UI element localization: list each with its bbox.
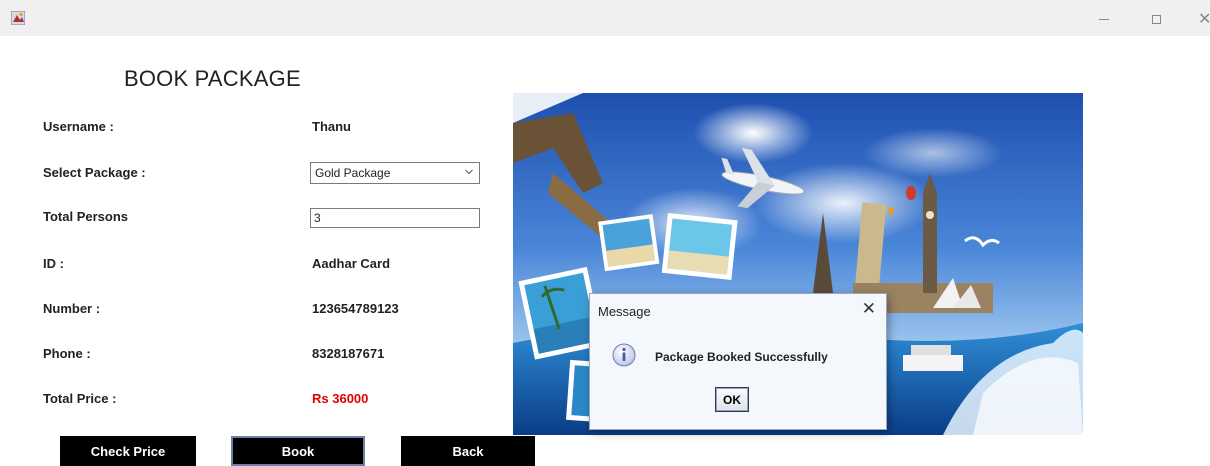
id-label: ID : — [43, 256, 64, 271]
select-package-label: Select Package : — [43, 165, 146, 180]
number-value: 123654789123 — [312, 301, 399, 316]
ok-button[interactable]: OK — [715, 387, 749, 412]
chevron-down-icon — [465, 169, 473, 175]
total-price-value: Rs 36000 — [312, 391, 369, 406]
package-select-value: Gold Package — [315, 166, 391, 180]
username-value: Thanu — [312, 119, 351, 134]
window-titlebar: ✕ — [0, 0, 1210, 36]
id-value: Aadhar Card — [312, 256, 391, 271]
username-label: Username : — [43, 119, 114, 134]
total-price-label: Total Price : — [43, 391, 117, 406]
close-icon: ✕ — [1198, 11, 1210, 28]
total-persons-input[interactable] — [310, 208, 480, 228]
page-title: BOOK PACKAGE — [124, 66, 301, 91]
minimize-button[interactable] — [1094, 9, 1114, 29]
back-button[interactable]: Back — [401, 436, 535, 466]
dialog-close-button[interactable]: ✕ — [862, 300, 876, 318]
maximize-icon — [1151, 14, 1161, 24]
message-dialog: Message ✕ Package Booked Successfully OK — [589, 293, 887, 430]
dialog-message: Package Booked Successfully — [655, 350, 828, 364]
total-persons-label: Total Persons — [43, 209, 129, 224]
app-icon — [11, 11, 25, 25]
info-icon — [612, 343, 636, 367]
minimize-icon — [1099, 18, 1109, 20]
book-button[interactable]: Book — [231, 436, 365, 466]
phone-value: 8328187671 — [312, 346, 385, 361]
package-select[interactable]: Gold Package — [310, 162, 480, 184]
number-label: Number : — [43, 301, 101, 316]
close-button[interactable]: ✕ — [1198, 9, 1210, 29]
check-price-button[interactable]: Check Price — [60, 436, 196, 466]
dialog-title: Message — [598, 304, 651, 319]
phone-label: Phone : — [43, 346, 91, 361]
maximize-button[interactable] — [1146, 9, 1166, 29]
